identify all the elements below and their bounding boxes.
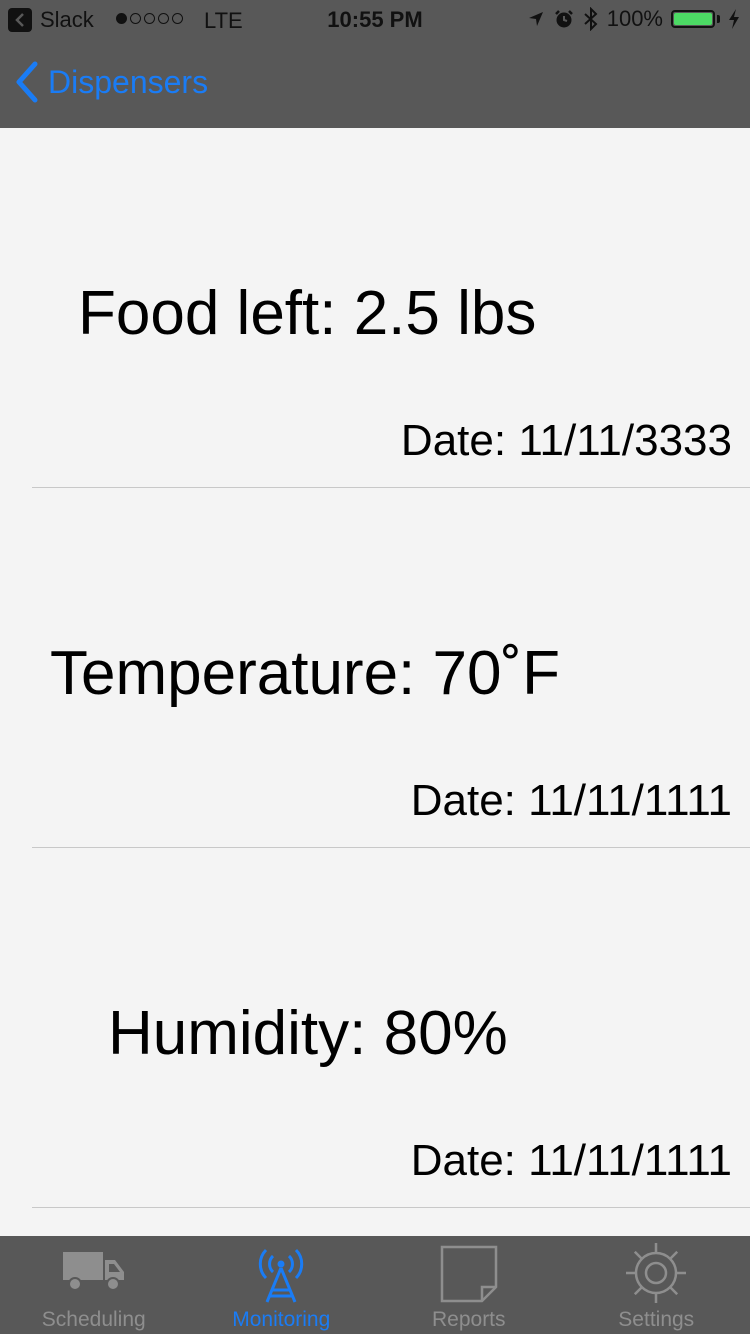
bluetooth-icon: [584, 7, 598, 31]
reading-row-humidity[interactable]: Humidity: 80% Date: 11/11/1111: [0, 848, 750, 1208]
reading-date: Date: 11/11/1111: [410, 1136, 732, 1185]
reading-value: Temperature: 70˚F: [50, 639, 560, 708]
tab-label: Scheduling: [41, 1308, 146, 1331]
antenna-icon: [259, 1248, 304, 1303]
status-right-icons: 100%: [527, 6, 740, 32]
status-bar: Slack LTE 10:55 PM 100%: [0, 0, 750, 40]
tab-monitoring[interactable]: Monitoring: [188, 1236, 376, 1334]
reading-value: Humidity: 80%: [108, 999, 508, 1068]
chevron-left-icon: [16, 61, 38, 103]
back-button[interactable]: Dispensers: [14, 60, 208, 104]
back-button-label[interactable]: Dispensers: [48, 64, 208, 101]
alarm-icon: [554, 10, 573, 28]
navigation-bar: Dispensers: [0, 40, 750, 128]
reading-date: Date: 11/11/3333: [400, 416, 732, 465]
reading-date: Date: 11/11/1111: [410, 776, 732, 825]
battery-fill: [674, 13, 712, 25]
gear-icon: [626, 1243, 687, 1303]
tab-settings[interactable]: Settings: [563, 1236, 750, 1334]
location-icon: [528, 12, 543, 26]
battery-tip: [717, 15, 720, 23]
reading-row-food[interactable]: Food left: 2.5 lbs Date: 11/11/3333: [0, 128, 750, 488]
tab-bar: Scheduling Monitoring Reports Settings: [0, 1236, 750, 1334]
tab-label: Reports: [431, 1308, 506, 1331]
charging-bolt-icon: [729, 9, 739, 29]
row-divider: [32, 1207, 750, 1208]
tab-label: Settings: [618, 1308, 695, 1331]
tab-reports[interactable]: Reports: [375, 1236, 563, 1334]
battery-icon: [671, 10, 715, 28]
tab-label: Monitoring: [232, 1308, 331, 1331]
reading-row-temperature[interactable]: Temperature: 70˚F Date: 11/11/1111: [0, 488, 750, 848]
note-icon: [440, 1245, 497, 1303]
reading-value: Food left: 2.5 lbs: [78, 279, 537, 348]
truck-icon: [62, 1252, 124, 1291]
monitoring-list[interactable]: Food left: 2.5 lbs Date: 11/11/3333 Temp…: [0, 128, 750, 1236]
tab-scheduling[interactable]: Scheduling: [0, 1236, 188, 1334]
battery-percent: 100%: [606, 6, 663, 31]
